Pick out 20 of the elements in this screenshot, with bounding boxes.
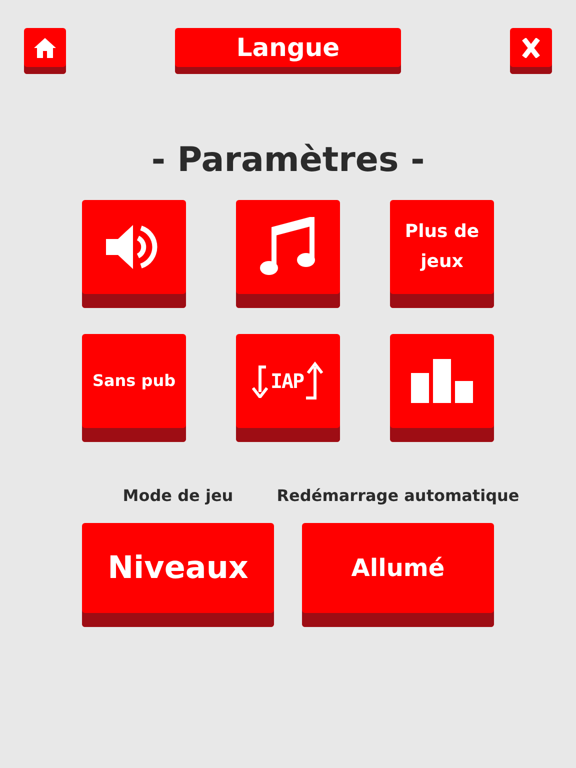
- tile-label: Sans pub: [91, 370, 177, 392]
- music-button[interactable]: [236, 200, 340, 308]
- leaderboard-button[interactable]: [390, 334, 494, 442]
- option-label: Redémarrage automatique: [276, 486, 520, 505]
- close-button[interactable]: [510, 28, 552, 74]
- home-button[interactable]: [24, 28, 66, 74]
- bar-chart-icon: [411, 359, 473, 403]
- option-button[interactable]: Allumé: [302, 523, 494, 627]
- iap-button[interactable]: IAP: [236, 334, 340, 442]
- settings-title: - Paramètres -: [150, 140, 426, 180]
- tile-label: Plus de jeux: [404, 220, 480, 274]
- music-note-icon: [260, 217, 316, 277]
- close-icon: [522, 38, 540, 58]
- home-icon: [33, 36, 57, 58]
- tile-button[interactable]: Plus de jeux: [390, 200, 494, 308]
- sound-button[interactable]: [82, 200, 186, 308]
- option-label: Mode de jeu: [122, 486, 234, 505]
- language-button[interactable]: Langue: [175, 28, 401, 74]
- tile-button[interactable]: Sans pub: [82, 334, 186, 442]
- option-button[interactable]: Niveaux: [82, 523, 274, 627]
